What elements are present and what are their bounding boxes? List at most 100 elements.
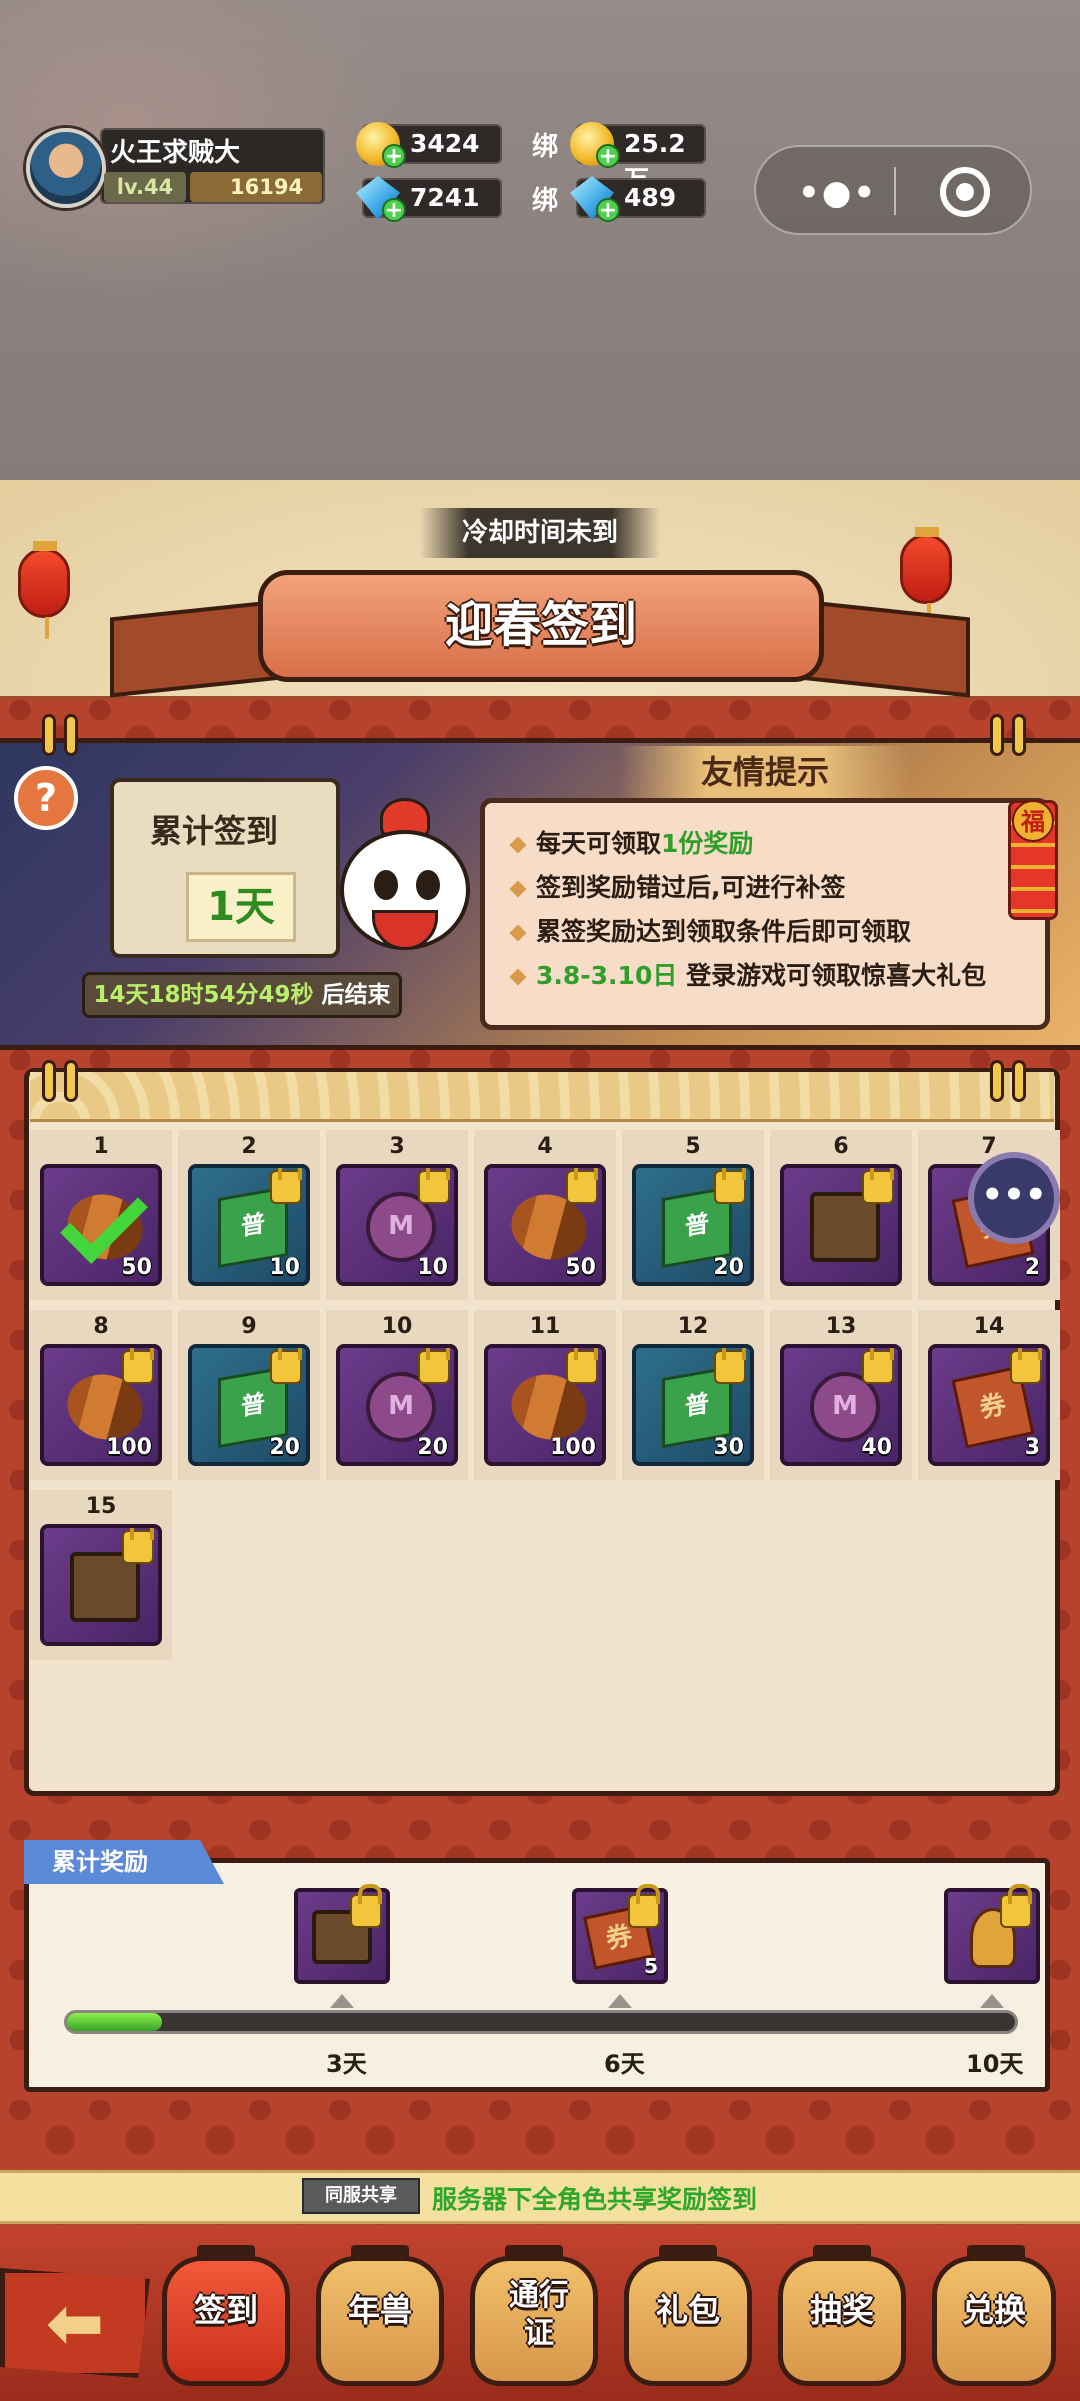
reward-item[interactable]: M 10 bbox=[336, 1164, 458, 1286]
add-gold-icon[interactable]: + bbox=[382, 144, 406, 168]
tip-line-1: 每天可领取1份奖励 bbox=[509, 824, 754, 860]
claimed-check-icon bbox=[60, 1176, 148, 1264]
lock-icon bbox=[270, 1348, 302, 1384]
close-target-icon[interactable] bbox=[940, 167, 990, 217]
game-background bbox=[0, 0, 1080, 480]
nav-tab-label: 签到 bbox=[193, 2291, 258, 2329]
capsule-divider bbox=[894, 167, 896, 215]
reward-item[interactable]: 券3 bbox=[928, 1344, 1050, 1466]
bound-gold-counter[interactable]: + 25.2万 bbox=[570, 122, 706, 194]
reward-quantity: 40 bbox=[861, 1435, 892, 1460]
day-reward-cell[interactable]: 5 普 20 bbox=[622, 1130, 764, 1300]
gold-amount: 3424 bbox=[410, 129, 480, 158]
day-reward-cell[interactable]: 9 普 20 bbox=[178, 1310, 320, 1480]
reward-item[interactable]: 100 bbox=[40, 1344, 162, 1466]
milestone-marker bbox=[330, 1994, 354, 2008]
pin-decoration bbox=[1012, 714, 1026, 756]
lion-eye bbox=[416, 870, 440, 900]
pin-decoration bbox=[42, 714, 56, 756]
reward-item[interactable]: 普 20 bbox=[188, 1344, 310, 1466]
lock-icon bbox=[122, 1348, 154, 1384]
help-button[interactable]: ? bbox=[14, 766, 78, 830]
lantern-right-icon bbox=[900, 527, 952, 625]
reward-item[interactable]: 普 30 bbox=[632, 1344, 754, 1466]
gem-counter[interactable]: + 7241 bbox=[356, 176, 502, 222]
pin-decoration bbox=[990, 1060, 1004, 1102]
reward-quantity: 50 bbox=[121, 1255, 152, 1280]
day-reward-cell[interactable]: 13 M 40 bbox=[770, 1310, 912, 1480]
nav-tab-exchange[interactable]: 兑换 bbox=[932, 2245, 1056, 2386]
nav-tab-pass[interactable]: 通行证 bbox=[470, 2245, 598, 2386]
reward-item[interactable] bbox=[40, 1524, 162, 1646]
share-description: 服务器下全角色共享奖励签到 bbox=[432, 2185, 758, 2214]
day-reward-cell[interactable]: 15 bbox=[30, 1490, 172, 1660]
nav-tab-label: 通行证 bbox=[509, 2278, 569, 2351]
reward-item[interactable]: M 40 bbox=[780, 1344, 902, 1466]
day-reward-cell[interactable]: 2 普 10 bbox=[178, 1130, 320, 1300]
reward-quantity: 10 bbox=[269, 1255, 300, 1280]
bound-gem-counter[interactable]: + 489 bbox=[570, 176, 706, 222]
reward-item[interactable]: M 20 bbox=[336, 1344, 458, 1466]
bullet-icon bbox=[509, 968, 527, 986]
nav-tab-gift-pack[interactable]: 礼包 bbox=[624, 2245, 752, 2386]
reward-item[interactable]: 50 bbox=[40, 1164, 162, 1286]
lock-icon bbox=[418, 1348, 450, 1384]
day-reward-cell[interactable]: 4 50 bbox=[474, 1130, 616, 1300]
nav-tab-lottery[interactable]: 抽奖 bbox=[778, 2245, 906, 2386]
day-number: 5 bbox=[685, 1134, 701, 1159]
lock-icon bbox=[122, 1528, 154, 1564]
tip-line-3: 累签奖励达到领取条件后即可领取 bbox=[509, 912, 911, 948]
add-bound-gem-icon[interactable]: + bbox=[596, 198, 620, 222]
lock-icon bbox=[628, 1884, 660, 1928]
day-reward-cell[interactable]: 10 M 20 bbox=[326, 1310, 468, 1480]
day-number: 8 bbox=[93, 1314, 109, 1339]
day-number: 7 bbox=[981, 1134, 997, 1159]
reward-quantity: 30 bbox=[713, 1435, 744, 1460]
player-avatar[interactable] bbox=[26, 128, 106, 208]
reward-quantity: 20 bbox=[417, 1435, 448, 1460]
milestone-marker bbox=[980, 1994, 1004, 2008]
cumulative-reward-panel bbox=[24, 1858, 1050, 2092]
day-number: 4 bbox=[537, 1134, 553, 1159]
day-number: 3 bbox=[389, 1134, 405, 1159]
pin-decoration bbox=[64, 714, 78, 756]
tip-line-2: 签到奖励错过后,可进行补签 bbox=[509, 868, 846, 904]
add-gem-icon[interactable]: + bbox=[382, 198, 406, 222]
day-number: 9 bbox=[241, 1314, 257, 1339]
reward-quantity: 100 bbox=[106, 1435, 152, 1460]
pin-decoration bbox=[1012, 1060, 1026, 1102]
tip-highlight: 3.8-3.10日 bbox=[536, 961, 678, 990]
day-reward-cell[interactable]: 1 50 bbox=[30, 1130, 172, 1300]
day-reward-cell[interactable]: 3 M 10 bbox=[326, 1130, 468, 1300]
reward-item[interactable]: 普 10 bbox=[188, 1164, 310, 1286]
milestone-reward-10[interactable] bbox=[944, 1884, 1040, 1984]
day-reward-cell[interactable]: 12 普 30 bbox=[622, 1310, 764, 1480]
day-reward-cell[interactable]: 6 bbox=[770, 1130, 912, 1300]
add-bound-gold-icon[interactable]: + bbox=[596, 144, 620, 168]
nav-tab-checkin[interactable]: 签到 bbox=[162, 2245, 290, 2386]
player-power: 16194 bbox=[190, 172, 322, 202]
day-reward-cell[interactable]: 14 券 3 bbox=[918, 1310, 1060, 1480]
reward-item[interactable] bbox=[780, 1164, 902, 1286]
gold-counter[interactable]: + 3424 bbox=[356, 122, 502, 168]
nav-tab-nian-beast[interactable]: 年兽 bbox=[316, 2245, 444, 2386]
share-button[interactable]: 同服共享 bbox=[302, 2178, 420, 2214]
tip-highlight: 1份奖励 bbox=[661, 829, 754, 858]
day-number: 6 bbox=[833, 1134, 849, 1159]
day-number: 12 bbox=[677, 1314, 709, 1339]
back-arrow-button[interactable]: ⬅ bbox=[0, 2268, 150, 2378]
reward-item[interactable]: 50 bbox=[484, 1164, 606, 1286]
more-menu-icon[interactable]: •●• bbox=[798, 173, 877, 213]
milestone-reward-6[interactable]: 券 5 bbox=[572, 1884, 668, 1984]
day-reward-cell[interactable]: 11 100 bbox=[474, 1310, 616, 1480]
reward-item[interactable]: 100 bbox=[484, 1344, 606, 1466]
lock-icon bbox=[862, 1168, 894, 1204]
day-reward-cell[interactable]: 8 100 bbox=[30, 1310, 172, 1480]
bound-gold-label: 绑 bbox=[532, 132, 559, 162]
lion-eye bbox=[374, 870, 398, 900]
tips-title: 友情提示 bbox=[620, 746, 910, 798]
reward-item[interactable]: 普 20 bbox=[632, 1164, 754, 1286]
day-number: 14 bbox=[973, 1314, 1005, 1339]
chat-bubble-icon[interactable]: ••• bbox=[968, 1152, 1060, 1244]
milestone-reward-3[interactable] bbox=[294, 1884, 390, 1984]
